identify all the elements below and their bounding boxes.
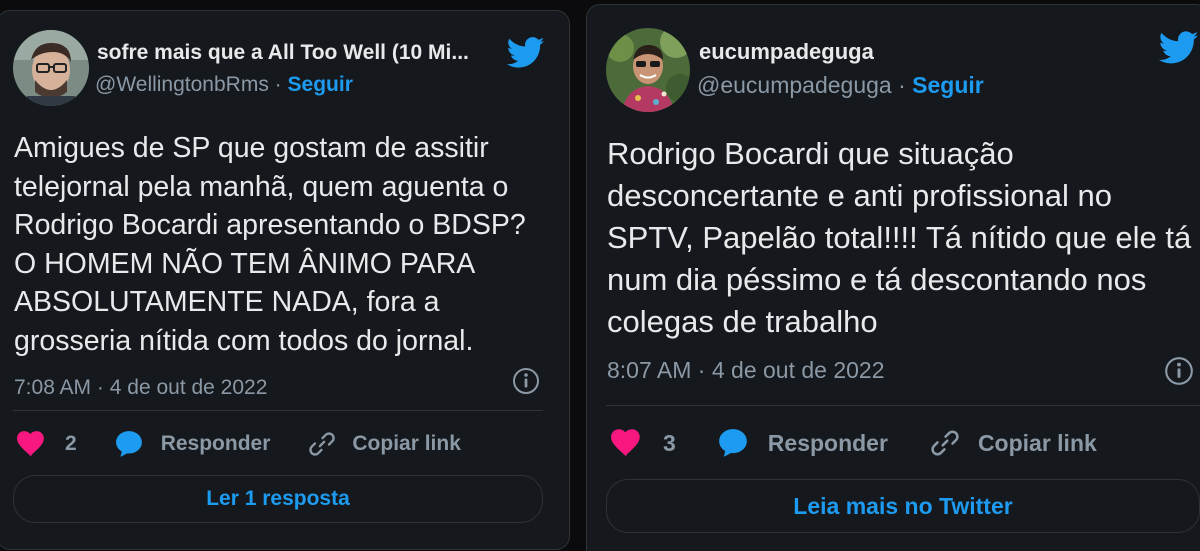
reply-label: Responder [767, 429, 888, 456]
separator-dot: · [697, 357, 706, 383]
tweet-card: sofre mais que a All Too Well (10 Mi... … [0, 10, 570, 550]
tweet-timestamp[interactable]: 8:07 AM · 4 de out de 2022 [607, 357, 885, 384]
heart-icon [611, 429, 641, 457]
author-name[interactable]: eucumpadeguga [699, 39, 999, 65]
link-icon [308, 430, 336, 458]
author-handle-row: @WellingtonbRms · Seguir [95, 73, 353, 97]
tweet-timestamp[interactable]: 7:08 AM · 4 de out de 2022 [14, 376, 267, 400]
reply-button[interactable]: Responder [718, 428, 888, 458]
tweet-date[interactable]: 4 de out de 2022 [110, 376, 268, 399]
copy-link-button[interactable]: Copiar link [930, 428, 1097, 458]
separator-dot: · [274, 73, 282, 96]
like-count: 2 [65, 432, 77, 455]
follow-button[interactable]: Seguir [912, 72, 984, 98]
action-bar: 3 Responder Copiar link [611, 425, 1097, 461]
copy-link-label: Copiar link [352, 432, 461, 455]
read-replies-button[interactable]: Ler 1 resposta [13, 475, 543, 523]
follow-button[interactable]: Seguir [288, 73, 353, 96]
heart-icon [17, 431, 45, 457]
tweet-card: eucumpadeguga @eucumpadeguga · Seguir Ro… [586, 4, 1200, 551]
info-icon[interactable] [1163, 355, 1195, 387]
separator-dot: · [898, 72, 906, 98]
copy-link-button[interactable]: Copiar link [308, 430, 461, 458]
tweet-time[interactable]: 7:08 AM [14, 376, 91, 399]
author-name[interactable]: sofre mais que a All Too Well (10 Mi... [97, 41, 497, 65]
reply-label: Responder [160, 432, 271, 455]
tweet-time[interactable]: 8:07 AM [607, 357, 691, 383]
like-count: 3 [663, 429, 676, 456]
twitter-bird-icon[interactable] [506, 37, 545, 69]
avatar[interactable] [13, 30, 89, 106]
speech-bubble-icon [718, 428, 748, 458]
tweet-text: Rodrigo Bocardi que situação desconcerta… [607, 136, 1192, 339]
divider [13, 410, 543, 411]
info-icon[interactable] [511, 366, 541, 396]
tweet-text: Amigues de SP que gostam de assitir tele… [14, 132, 526, 357]
author-handle[interactable]: @eucumpadeguga [697, 72, 892, 98]
like-button[interactable]: 3 [611, 429, 676, 457]
tweet-date[interactable]: 4 de out de 2022 [712, 357, 885, 383]
read-more-on-twitter-button[interactable]: Leia mais no Twitter [606, 479, 1200, 533]
author-handle-row: @eucumpadeguga · Seguir [697, 72, 984, 99]
divider [606, 405, 1200, 406]
avatar[interactable] [606, 28, 690, 112]
author-handle[interactable]: @WellingtonbRms [95, 73, 269, 96]
like-button[interactable]: 2 [17, 431, 77, 457]
twitter-bird-icon[interactable] [1158, 31, 1199, 65]
link-icon [930, 428, 960, 458]
reply-button[interactable]: Responder [115, 430, 271, 458]
action-bar: 2 Responder Copiar link [17, 427, 461, 461]
speech-bubble-icon [115, 430, 143, 458]
separator-dot: · [96, 376, 104, 399]
copy-link-label: Copiar link [977, 429, 1097, 456]
